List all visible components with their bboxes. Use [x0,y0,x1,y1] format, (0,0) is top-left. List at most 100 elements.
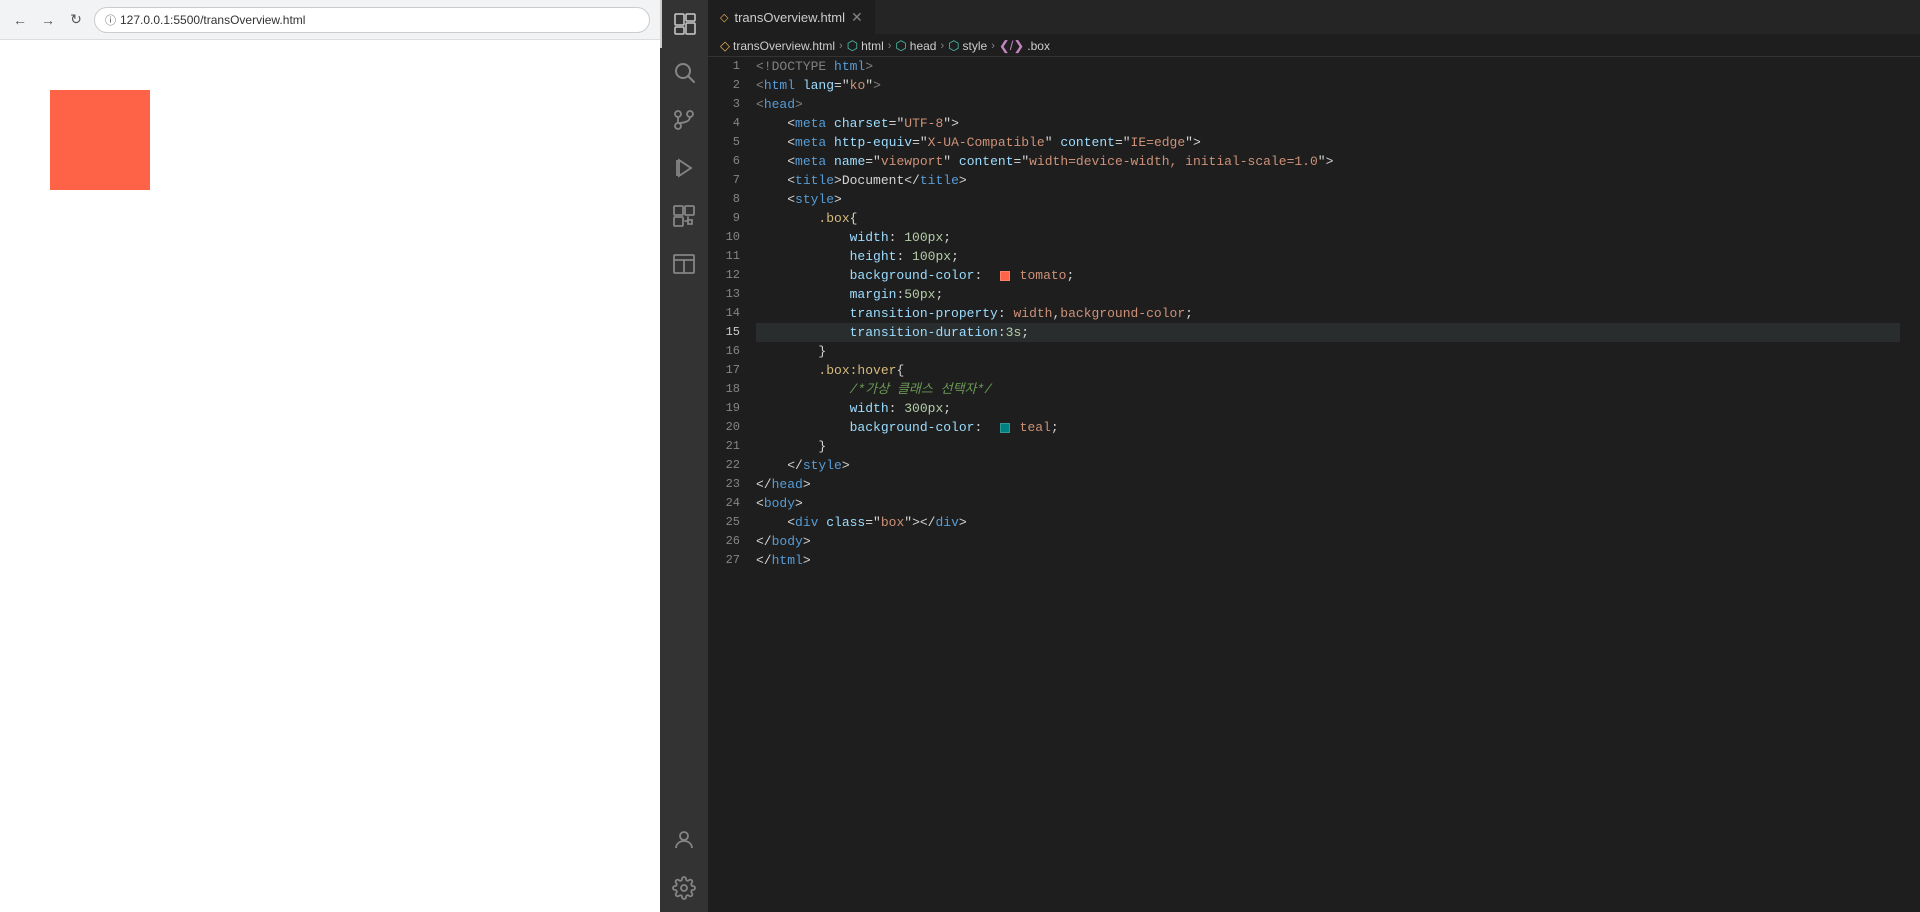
line-num-6: 6 [708,152,740,171]
bc-head-icon: ⬡ [895,38,906,54]
bc-html-label: html [861,39,884,53]
bc-file-label: transOverview.html [733,39,835,53]
code-line-17: .box:hover{ [756,361,1900,380]
sidebar-icon-run[interactable] [660,144,708,192]
line-num-18: 18 [708,380,740,399]
sidebar-icon-extensions[interactable] [660,192,708,240]
line-num-11: 11 [708,247,740,266]
code-line-9: .box{ [756,209,1900,228]
line-num-10: 10 [708,228,740,247]
bc-head-label: head [910,39,937,53]
bc-style-label: style [963,39,988,53]
code-line-14: transition-property: width,background-co… [756,304,1900,323]
code-line-10: width: 100px; [756,228,1900,247]
forward-button[interactable]: → [38,10,58,30]
code-area[interactable]: 1 2 3 4 5 6 7 8 9 10 11 12 13 14 15 16 1… [708,57,1920,912]
reload-button[interactable]: ↻ [66,10,86,30]
code-line-11: height: 100px; [756,247,1900,266]
code-line-12: background-color: tomato; [756,266,1900,285]
tab-label: transOverview.html [734,10,845,25]
code-line-13: margin:50px; [756,285,1900,304]
code-line-22: </style> [756,456,1900,475]
line-num-5: 5 [708,133,740,152]
sidebar-icon-settings[interactable] [660,864,708,912]
lock-icon: ⓘ [105,12,116,28]
code-line-4: <meta charset="UTF-8"> [756,114,1900,133]
line-num-7: 7 [708,171,740,190]
code-line-25: <div class="box"></div> [756,513,1900,532]
code-line-7: <title>Document</title> [756,171,1900,190]
bc-sep-3: › [940,40,944,52]
code-line-8: <style> [756,190,1900,209]
line-num-16: 16 [708,342,740,361]
line-num-19: 19 [708,399,740,418]
back-button[interactable]: ← [10,10,30,30]
code-line-27: </html> [756,551,1900,570]
line-num-17: 17 [708,361,740,380]
line-num-3: 3 [708,95,740,114]
code-line-20: background-color: teal; [756,418,1900,437]
demo-box [50,90,150,190]
line-num-22: 22 [708,456,740,475]
vscode-sidebar [660,0,708,912]
line-num-8: 8 [708,190,740,209]
breadcrumb: ◇ transOverview.html › ⬡ html › ⬡ head ›… [708,35,1920,57]
line-num-15: 15 [708,323,740,342]
sidebar-icon-explorer[interactable] [660,0,708,48]
bc-file-icon: ◇ [720,38,730,54]
code-line-1: <!DOCTYPE html> [756,57,1900,76]
browser-content [0,40,660,912]
breadcrumb-style[interactable]: ⬡ style [948,38,987,54]
line-num-23: 23 [708,475,740,494]
line-num-27: 27 [708,551,740,570]
editor-area: ◇ transOverview.html ✕ ◇ transOverview.h… [708,0,1920,912]
code-line-21: } [756,437,1900,456]
breadcrumb-head[interactable]: ⬡ head [895,38,936,54]
bc-style-icon: ⬡ [948,38,959,54]
line-num-13: 13 [708,285,740,304]
code-line-26: </body> [756,532,1900,551]
line-num-9: 9 [708,209,740,228]
breadcrumb-html[interactable]: ⬡ html [847,38,884,54]
line-num-26: 26 [708,532,740,551]
code-line-6: <meta name="viewport" content="width=dev… [756,152,1900,171]
code-line-2: <html lang="ko"> [756,76,1900,95]
url-text: 127.0.0.1:5500/transOverview.html [120,13,305,27]
code-line-18: /*가상 클래스 선택자*/ [756,380,1900,399]
code-line-3: <head> [756,95,1900,114]
browser-panel: ← → ↻ ⓘ 127.0.0.1:5500/transOverview.htm… [0,0,660,912]
tab-bar: ◇ transOverview.html ✕ [708,0,1920,35]
line-numbers: 1 2 3 4 5 6 7 8 9 10 11 12 13 14 15 16 1… [708,57,756,912]
address-bar[interactable]: ⓘ 127.0.0.1:5500/transOverview.html [94,7,650,33]
breadcrumb-file[interactable]: ◇ transOverview.html [720,38,835,54]
line-num-20: 20 [708,418,740,437]
sidebar-icon-layout[interactable] [660,240,708,288]
line-num-12: 12 [708,266,740,285]
sidebar-icon-source-control[interactable] [660,96,708,144]
line-num-25: 25 [708,513,740,532]
sidebar-icon-search[interactable] [660,48,708,96]
breadcrumb-box[interactable]: ❮/❯ .box [999,38,1050,54]
bc-box-label: .box [1027,39,1050,53]
line-num-24: 24 [708,494,740,513]
code-line-23: </head> [756,475,1900,494]
bc-box-icon: ❮/❯ [999,38,1024,54]
bc-sep-1: › [839,40,843,52]
code-line-24: <body> [756,494,1900,513]
code-line-19: width: 300px; [756,399,1900,418]
sidebar-icon-account[interactable] [660,816,708,864]
code-lines[interactable]: <!DOCTYPE html> <html lang="ko"> <head> … [756,57,1920,912]
bc-sep-4: › [991,40,995,52]
line-num-1: 1 [708,57,740,76]
code-line-5: <meta http-equiv="X-UA-Compatible" conte… [756,133,1900,152]
bc-html-icon: ⬡ [847,38,858,54]
tab-file-icon: ◇ [720,11,728,24]
tab-close-button[interactable]: ✕ [851,9,863,26]
line-num-2: 2 [708,76,740,95]
editor-tab[interactable]: ◇ transOverview.html ✕ [708,0,876,34]
line-num-14: 14 [708,304,740,323]
line-num-4: 4 [708,114,740,133]
line-num-21: 21 [708,437,740,456]
bc-sep-2: › [888,40,892,52]
code-line-16: } [756,342,1900,361]
